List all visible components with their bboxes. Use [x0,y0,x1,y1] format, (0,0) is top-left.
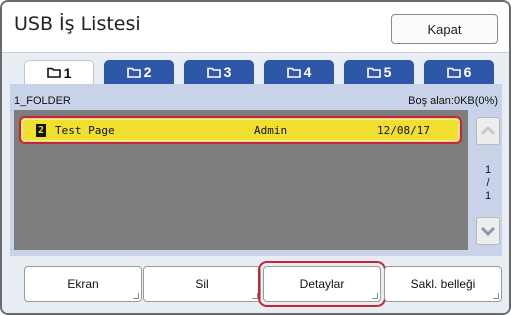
corner-mark-icon [372,293,378,299]
folder-icon [286,67,301,78]
tab-label: 4 [303,64,312,80]
chevron-up-icon [480,126,496,136]
tab-label: 6 [463,64,472,80]
corner-mark-icon [133,293,139,299]
folder-icon [46,67,61,78]
screen-button[interactable]: Ekran [24,266,142,302]
chevron-down-icon [480,226,496,236]
tab-folder-5[interactable]: 5 [344,60,414,84]
tab-folder-3[interactable]: 3 [184,60,254,84]
folder-icon [206,67,221,78]
details-button-label: Detaylar [299,277,345,291]
job-name: Test Page [55,124,115,137]
folder-icon [446,67,461,78]
folder-icon [126,67,141,78]
dialog-header: USB İş Listesi Kapat [2,2,509,53]
job-owner: Admin [254,124,288,137]
page-indicator: 1 / 1 [476,164,500,203]
tab-label: 1 [63,64,72,81]
save-memory-button[interactable]: Sakl. belleği [384,266,502,302]
job-row[interactable]: 2 Test Page Admin 12/08/17 [19,116,462,144]
folder-icon [366,67,381,78]
scroll-down-button[interactable] [476,217,500,245]
tab-folder-2[interactable]: 2 [104,60,174,84]
delete-button-label: Sil [195,277,209,291]
corner-mark-icon [493,293,499,299]
details-button[interactable]: Detaylar [258,261,386,307]
folder-tabs: 1 2 3 4 5 6 [24,60,502,84]
job-count-badge: 2 [36,124,46,137]
tab-folder-4[interactable]: 4 [264,60,334,84]
close-button[interactable]: Kapat [391,14,498,44]
delete-button[interactable]: Sil [143,266,261,302]
tab-label: 3 [223,64,232,80]
corner-mark-icon [252,293,258,299]
dialog-title: USB İş Listesi [14,13,141,35]
current-page: 1 [484,164,492,176]
tab-label: 2 [143,64,152,80]
total-pages: 1 [484,190,492,202]
screen-button-label: Ekran [67,277,99,291]
tab-folder-6[interactable]: 6 [424,60,494,84]
job-date: 12/08/17 [377,124,430,137]
usb-job-list-dialog: USB İş Listesi Kapat 1 2 3 4 5 6 1_FOLDE… [0,0,511,315]
free-space-label: Boş alan:0KB(0%) [408,95,498,107]
job-list: 2 Test Page Admin 12/08/17 [14,110,468,250]
tab-folder-1[interactable]: 1 [24,60,94,84]
tab-label: 5 [383,64,392,80]
scroll-up-button[interactable] [476,117,500,145]
page-separator: / [486,177,490,189]
folder-name: 1_FOLDER [14,95,71,107]
save-memory-button-label: Sakl. belleği [410,277,476,291]
